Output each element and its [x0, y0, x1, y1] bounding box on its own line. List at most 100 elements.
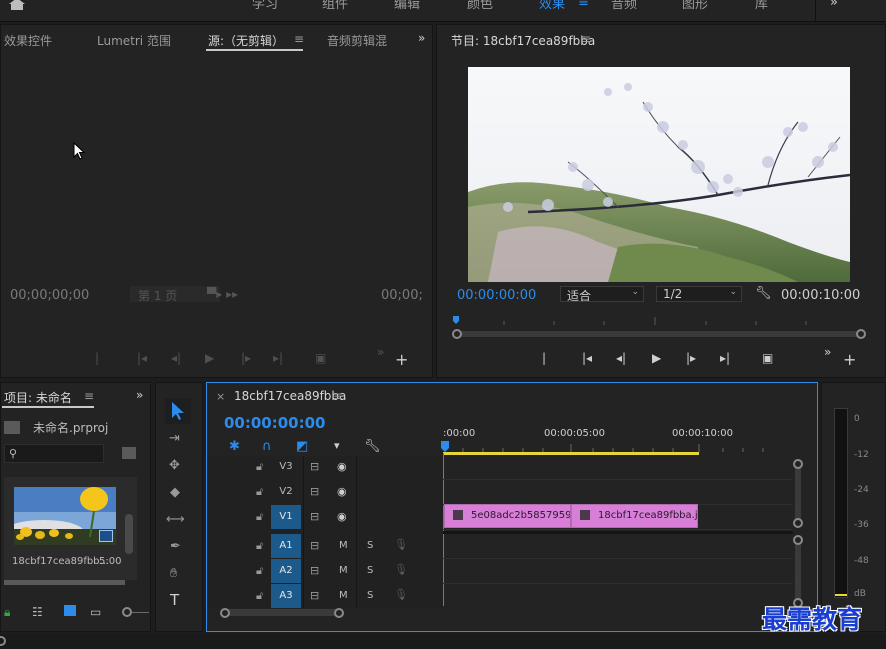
workspace-learn[interactable]: 学习 — [252, 0, 278, 12]
work-area-bar[interactable] — [443, 452, 699, 455]
slip-tool-icon[interactable]: ⟷ — [166, 513, 185, 526]
track-target-a3[interactable]: A3 — [271, 584, 301, 608]
pen-tool-icon[interactable]: ✒ — [170, 540, 181, 553]
tab-audio-clip-mixer[interactable]: 音频剪辑混 — [327, 32, 387, 49]
mark-in-icon[interactable]: | — [95, 351, 99, 365]
fit-dropdown[interactable]: 适合 ⌄ — [560, 286, 644, 303]
razor-tool-icon[interactable]: ◆ — [170, 486, 180, 499]
solo-a2-button[interactable]: S — [367, 565, 373, 576]
mute-a2-button[interactable]: M — [339, 565, 348, 576]
workspace-menu-icon[interactable]: ≡ — [578, 0, 589, 10]
step-back-icon[interactable]: ◂| — [171, 351, 181, 365]
more-panels-icon[interactable]: » — [136, 389, 143, 401]
wrench-icon[interactable]: 🔧︎ — [755, 287, 772, 300]
go-to-in-icon[interactable]: |◂ — [137, 351, 147, 365]
mark-in-icon[interactable]: | — [542, 351, 546, 365]
linked-selection-icon[interactable]: ◩ — [296, 440, 308, 453]
resolution-dropdown[interactable]: 1/2 ⌄ — [656, 286, 742, 302]
lock-track-v1-icon[interactable]: 🔓︎ — [256, 511, 263, 522]
timeline-settings-wrench-icon[interactable]: 🔧︎ — [364, 440, 381, 453]
close-icon[interactable]: × — [216, 391, 225, 402]
workspace-effects[interactable]: 效果 — [539, 0, 565, 12]
program-menu-icon[interactable]: ≡ — [581, 33, 591, 45]
track-target-v3[interactable]: V3 — [271, 455, 301, 479]
go-to-out-icon[interactable]: ▸| — [273, 351, 283, 365]
track-target-v2[interactable]: V2 — [271, 480, 301, 504]
track-select-tool-icon[interactable]: ⇥ — [169, 432, 180, 445]
step-back-icon[interactable]: ◂| — [616, 351, 626, 365]
step-forward-icon[interactable]: |▸ — [686, 351, 696, 365]
source-more-buttons-icon[interactable]: » — [377, 346, 384, 358]
timeline-horizontal-scrollbar[interactable] — [222, 609, 342, 616]
track-target-a2[interactable]: A2 — [271, 559, 301, 583]
lock-track-a3-icon[interactable]: 🔓︎ — [256, 590, 263, 601]
step-forward-icon[interactable]: |▸ — [241, 351, 251, 365]
lock-track-v3-icon[interactable]: 🔓︎ — [256, 461, 263, 472]
track-target-a1[interactable]: A1 — [271, 534, 301, 558]
audio-tracks-scrollbar[interactable] — [795, 538, 801, 602]
solo-a1-button[interactable]: S — [367, 540, 373, 551]
playhead-handle-icon[interactable] — [441, 441, 449, 453]
zoom-slider-knob[interactable] — [122, 607, 132, 617]
workspace-edit[interactable]: 编辑 — [394, 0, 420, 12]
export-frame-icon[interactable]: ▣ — [315, 351, 326, 365]
project-search-input[interactable]: ⚲ — [4, 444, 104, 463]
sync-lock-a2-icon[interactable]: ⊟ — [310, 565, 319, 576]
video-tracks-scrollbar[interactable] — [795, 462, 801, 524]
lock-track-a1-icon[interactable]: 🔓︎ — [256, 540, 263, 551]
eye-v2-icon[interactable]: ◉ — [337, 486, 347, 497]
program-zoom-scrollbar[interactable] — [452, 331, 864, 337]
zoom-slider-track[interactable] — [132, 612, 149, 613]
timeline-clip[interactable]: 18cbf17cea89fbba.jpg — [571, 504, 698, 528]
mic-a1-icon[interactable]: 🎙︎ — [394, 539, 408, 550]
source-timecode-right[interactable]: 00;00; — [381, 288, 423, 303]
source-timecode-left[interactable]: 00;00;00;00 — [10, 288, 89, 303]
sync-lock-v3-icon[interactable]: ⊟ — [310, 461, 319, 472]
ripple-edit-tool-icon[interactable]: ✥ — [169, 459, 180, 472]
type-tool-icon[interactable]: T — [170, 593, 179, 608]
mic-a2-icon[interactable]: 🎙︎ — [394, 564, 408, 575]
tab-source[interactable]: 源:（无剪辑） — [208, 32, 284, 49]
timeline-menu-icon[interactable]: ≡ — [333, 390, 343, 402]
timeline-clip[interactable]: 5e08adc2b5857959.jpg — [444, 504, 571, 528]
source-page-icons[interactable]: ▀▸ ▸▸ — [207, 288, 238, 300]
tab-lumetri-scopes[interactable]: Lumetri 范围 — [97, 32, 171, 49]
program-add-button-icon[interactable]: + — [843, 352, 856, 368]
timeline-timecode[interactable]: 00:00:00:00 — [224, 414, 326, 432]
program-time-ruler[interactable] — [452, 315, 858, 327]
program-more-buttons-icon[interactable]: » — [824, 346, 831, 358]
project-menu-icon[interactable]: ≡ — [84, 390, 94, 402]
nest-toggle-icon[interactable]: ✱ — [229, 440, 240, 453]
play-icon[interactable]: ▶ — [652, 351, 661, 365]
solo-a3-button[interactable]: S — [367, 590, 373, 601]
workspace-assembly[interactable]: 组件 — [322, 0, 348, 12]
project-title[interactable]: 项目: 未命名 — [4, 389, 72, 406]
hand-tool-icon[interactable]: ✋︎ — [170, 567, 177, 580]
eye-v1-icon[interactable]: ◉ — [337, 511, 347, 522]
sync-lock-a3-icon[interactable]: ⊟ — [310, 590, 319, 601]
source-add-button-icon[interactable]: + — [395, 352, 408, 368]
timeline-sequence-tab[interactable]: 18cbf17cea89fbba — [234, 389, 346, 403]
more-workspaces-icon[interactable]: » — [830, 0, 838, 10]
lock-icon[interactable]: 🔒︎ — [4, 605, 10, 620]
mute-a1-button[interactable]: M — [339, 540, 348, 551]
sync-lock-a1-icon[interactable]: ⊟ — [310, 540, 319, 551]
scroll-handle[interactable] — [793, 459, 803, 469]
mic-a3-icon[interactable]: 🎙︎ — [394, 589, 408, 600]
eye-v3-icon[interactable]: ◉ — [337, 461, 347, 472]
play-icon[interactable]: ▶ — [205, 351, 214, 365]
workspace-libraries[interactable]: 库 — [755, 0, 768, 12]
thumbnail-scrollbar[interactable] — [125, 514, 133, 554]
scroll-handle-right[interactable] — [334, 608, 344, 618]
program-playhead-timecode[interactable]: 00:00:00:00 — [457, 288, 536, 303]
lock-track-a2-icon[interactable]: 🔓︎ — [256, 565, 263, 576]
go-to-in-icon[interactable]: |◂ — [582, 351, 592, 365]
workspace-audio[interactable]: 音频 — [611, 0, 637, 12]
new-bin-icon[interactable] — [122, 447, 136, 459]
go-to-out-icon[interactable]: ▸| — [720, 351, 730, 365]
selection-tool-icon[interactable] — [171, 401, 185, 424]
panel-menu-icon[interactable]: ≡ — [294, 33, 304, 45]
add-marker-icon[interactable]: ▾ — [334, 440, 340, 451]
list-view-icon[interactable]: ☷ — [32, 605, 43, 619]
scroll-handle[interactable] — [793, 518, 803, 528]
